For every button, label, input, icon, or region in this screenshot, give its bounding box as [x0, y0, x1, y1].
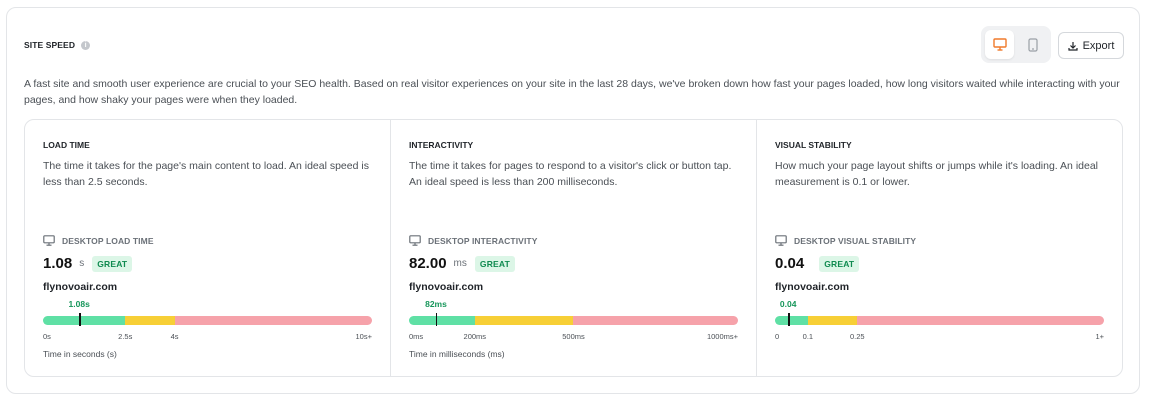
metric-label-text: DESKTOP LOAD TIME	[62, 235, 154, 246]
threshold-bar: 1.08s 0s 2.5s 4s 10s+ Time in seconds (s)	[43, 297, 372, 359]
value-marker	[788, 313, 790, 326]
segment-needs-improvement	[125, 316, 175, 325]
status-badge: GREAT	[819, 255, 860, 272]
metric-label: DESKTOP LOAD TIME	[43, 235, 154, 246]
segment-needs-improvement	[474, 316, 574, 325]
segment-poor	[174, 316, 372, 325]
metric-value-row: 82.00 ms GREAT	[409, 255, 516, 272]
metric-description: The time it takes for the page's main co…	[43, 160, 369, 188]
metric-title: INTERACTIVITY	[409, 140, 474, 150]
monitor-icon	[775, 235, 787, 246]
value-marker	[79, 313, 81, 326]
section-title: SITE SPEED	[24, 40, 76, 50]
tick-label: 4s	[170, 332, 179, 341]
metric-label: DESKTOP VISUAL STABILITY	[775, 235, 916, 246]
export-button[interactable]: Export	[1058, 32, 1124, 59]
threshold-bar: 0.04 0 0.1 0.25 1+	[775, 297, 1104, 357]
metrics-container: LOAD TIME The time it takes for the page…	[24, 119, 1123, 377]
metric-title: LOAD TIME	[43, 140, 90, 150]
desktop-toggle-button[interactable]	[985, 30, 1014, 59]
segment-good	[409, 316, 475, 325]
export-label: Export	[1082, 39, 1115, 52]
metric-value-row: 0.04 GREAT	[775, 255, 860, 272]
section-header: SITE SPEED i	[24, 40, 91, 50]
metric-value: 1.08	[43, 255, 73, 272]
threshold-bar: 82ms 0ms 200ms 500ms 1000ms+ Time in millis…	[409, 297, 738, 359]
metric-card-load-time: LOAD TIME The time it takes for the page…	[25, 120, 391, 376]
metric-label-text: DESKTOP VISUAL STABILITY	[794, 235, 917, 246]
marker-label: 1.08s	[68, 299, 90, 309]
tick-label: 1+	[1095, 332, 1104, 341]
monitor-icon	[409, 235, 421, 246]
marker-label: 82ms	[425, 299, 447, 309]
tick-label: 1000ms+	[706, 332, 738, 341]
site-domain: flynovoair.com	[43, 281, 118, 293]
tick-label: 2.5s	[118, 332, 133, 341]
value-marker	[435, 313, 438, 326]
tick-label: 10s+	[355, 332, 372, 341]
site-domain: flynovoair.com	[775, 281, 850, 293]
info-icon[interactable]: i	[81, 40, 91, 50]
metric-value: 82.00	[409, 255, 447, 272]
tick-label: 0	[775, 332, 780, 341]
tick-label: 0.1	[802, 332, 814, 341]
download-icon	[1067, 41, 1078, 51]
bar-track	[43, 316, 372, 325]
metric-value-row: 1.08 s GREAT	[43, 255, 133, 272]
intro-text: A fast site and smooth user experience a…	[24, 78, 1120, 106]
metric-card-interactivity: INTERACTIVITY The time it takes for page…	[391, 120, 757, 376]
metric-label-text: DESKTOP INTERACTIVITY	[428, 235, 538, 246]
metric-label: DESKTOP INTERACTIVITY	[409, 235, 537, 246]
metric-unit: ms	[453, 258, 467, 269]
device-toggle	[981, 26, 1051, 63]
monitor-icon	[43, 235, 55, 246]
tick-label: 500ms	[562, 332, 585, 341]
bar-track	[775, 316, 1104, 325]
bar-track	[409, 316, 738, 325]
site-domain: flynovoair.com	[409, 281, 484, 293]
segment-good	[775, 316, 808, 325]
tick-label: 200ms	[463, 332, 487, 341]
tick-label: 0s	[43, 332, 51, 341]
metric-title: VISUAL STABILITY	[775, 140, 852, 150]
phone-icon	[1027, 37, 1038, 52]
status-badge: GREAT	[92, 255, 133, 272]
segment-poor	[573, 316, 738, 325]
mobile-toggle-button[interactable]	[1018, 30, 1047, 59]
metric-description: The time it takes for pages to respond t…	[409, 160, 732, 188]
axis-note: Time in seconds (s)	[43, 349, 117, 359]
segment-good	[43, 316, 126, 325]
segment-needs-improvement	[807, 316, 858, 325]
metric-card-visual-stability: VISUAL STABILITY How much your page layo…	[757, 120, 1122, 376]
metric-description: How much your page layout shifts or jump…	[775, 160, 1099, 188]
axis-note: Time in milliseconds (ms)	[409, 349, 505, 359]
tick-label: 0ms	[409, 332, 424, 341]
metric-unit: s	[79, 258, 85, 269]
metric-value: 0.04	[775, 255, 805, 272]
marker-label: 0.04	[779, 299, 797, 309]
segment-poor	[857, 316, 1104, 325]
site-speed-panel: SITE SPEED i Export A fast site and smoo…	[6, 7, 1140, 394]
monitor-icon	[992, 38, 1007, 51]
status-badge: GREAT	[474, 255, 516, 272]
tick-label: 0.25	[849, 332, 865, 341]
